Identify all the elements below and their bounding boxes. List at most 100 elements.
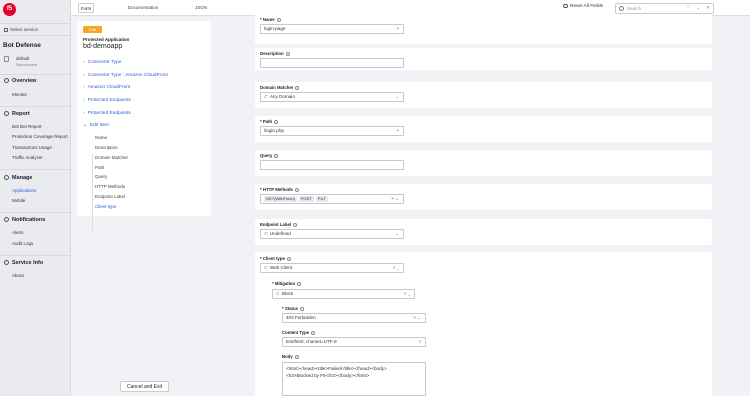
domain-matcher-card: Domain Matcher ⊂ Any Domain ⌄ — [255, 82, 712, 108]
help-icon — [297, 282, 302, 286]
search-chevron-icon: ⌕ ⌄ — [403, 291, 410, 296]
help-icon — [293, 223, 298, 227]
link-icon: ⊂ — [276, 291, 280, 296]
manage-icon — [4, 175, 9, 180]
close-icon[interactable]: ✕ — [706, 5, 710, 11]
subnav-client-type[interactable]: Client type — [95, 204, 116, 209]
subnav-domain-matcher[interactable]: Domain Matcher — [95, 155, 128, 160]
nav-item-transactions-usage[interactable]: Transactions Usage — [12, 145, 52, 150]
nav-item-alerts[interactable]: Alerts — [12, 230, 24, 235]
tree-connector-type[interactable]: › Connector Type — [83, 60, 121, 65]
chevron-right-icon: › — [83, 60, 85, 65]
subnav-endpoint-label[interactable]: Endpoint Label — [95, 194, 125, 199]
path-input[interactable]: /login.php × — [260, 126, 404, 136]
tree-connector-type-cloudfront[interactable]: › Connector Type : Amazon CloudFront — [83, 73, 168, 78]
tab-documentation[interactable]: Documentation — [120, 3, 166, 13]
nav-item-protection-coverage[interactable]: Protection Coverage Report — [12, 134, 68, 139]
protected-application-label: Protected Application — [83, 37, 130, 42]
help-icon — [276, 18, 281, 22]
endpoint-label-card: Endpoint Label ⊂ Undefined ⌄ — [255, 219, 712, 245]
method-chip[interactable]: POST — [298, 196, 314, 202]
nav-section-overview[interactable]: Overview — [4, 78, 36, 84]
cancel-and-exit-button[interactable]: Cancel and Exit — [120, 381, 169, 392]
chevron-right-icon: › — [83, 111, 85, 116]
client-type-card: * Client type ⊂ Web Client ⌕ ⌄ * Mitigatio… — [255, 252, 712, 396]
nav-item-mobile[interactable]: Mobile — [12, 198, 25, 203]
help-icon — [300, 307, 305, 311]
grid-icon — [4, 28, 8, 32]
method-chip[interactable]: GET(WithFetch) — [264, 196, 297, 202]
overview-icon — [4, 78, 9, 83]
namespace-selector[interactable]: default Namespace — [3, 54, 71, 70]
link-icon: ⊂ — [264, 231, 268, 236]
subnav-http-methods[interactable]: HTTP Methods — [95, 184, 125, 189]
chevron-right-icon: › — [83, 98, 85, 103]
link-icon: ⊂ — [264, 94, 268, 99]
content-type-input[interactable]: text/html; charset=UTF-8 × — [282, 337, 426, 347]
name-label: * Name — [260, 17, 281, 22]
body-textarea[interactable]: <html><head><title>Failed</title></head>… — [282, 362, 426, 396]
help-icon — [295, 86, 300, 90]
client-type-label: * Client type — [260, 256, 291, 261]
endpoint-label-select[interactable]: ⊂ Undefined ⌄ — [260, 229, 404, 239]
endpoint-label-label: Endpoint Label — [260, 222, 298, 227]
nav-section-manage[interactable]: Manage — [4, 175, 32, 181]
http-methods-select[interactable]: GET(WithFetch) POST PUT × ⌄ — [260, 194, 404, 204]
name-input[interactable]: login-page × — [260, 24, 404, 34]
select-service-button[interactable]: Select service — [0, 23, 71, 36]
tab-json[interactable]: JSON — [191, 3, 211, 13]
nav-section-service-info[interactable]: Service Info — [4, 260, 43, 266]
namespace-name: default — [16, 56, 30, 61]
form-content: * Name login-page × Description Domain Ma… — [255, 14, 712, 396]
nav-item-bot-report[interactable]: Bot Bot Report — [12, 124, 42, 129]
chevron-down-icon: ⌄ — [83, 123, 88, 128]
tree-protected-endpoints-2[interactable]: › Protected Endpoints — [83, 111, 131, 116]
nav-item-monitor[interactable]: Monitor — [12, 92, 27, 97]
content-type-label: Content Type — [282, 330, 316, 335]
status-select[interactable]: 403 Forbidden × ⌄ — [282, 313, 426, 323]
method-chip[interactable]: PUT — [315, 196, 328, 202]
tree-amazon-cloudfront[interactable]: › Amazon CloudFront — [83, 85, 130, 90]
tab-form[interactable]: Form — [78, 3, 94, 13]
query-label: Query — [260, 153, 279, 158]
subnav-description[interactable]: Description — [95, 145, 118, 150]
subnav-path[interactable]: Path — [95, 165, 104, 170]
path-card: * Path /login.php × — [255, 116, 712, 142]
description-input[interactable] — [260, 58, 404, 68]
help-icon — [286, 257, 291, 261]
nav-item-audit-logs[interactable]: Audit Logs — [12, 241, 33, 246]
f5-logo[interactable]: f5 — [3, 3, 16, 16]
nav-item-about[interactable]: About — [12, 273, 24, 278]
chevron-down-icon[interactable]: ⌄ — [696, 5, 700, 11]
help-icon — [294, 355, 299, 359]
chevron-up-icon[interactable]: ⌃ — [686, 5, 690, 11]
clear-icon: × — [396, 128, 399, 133]
reset-all-fields-button[interactable]: Reset All Fields — [563, 4, 603, 9]
sidebar: f5 Select service Bot Defense default Na… — [0, 0, 71, 396]
domain-matcher-select[interactable]: ⊂ Any Domain ⌄ — [260, 92, 404, 102]
query-input[interactable] — [260, 160, 404, 170]
subnav-query[interactable]: Query — [95, 174, 107, 179]
client-type-select[interactable]: ⊂ Web Client ⌕ ⌄ — [260, 263, 404, 273]
chevron-right-icon: › — [83, 73, 85, 78]
bell-icon — [4, 217, 9, 222]
mitigation-select[interactable]: ⊂ Block ⌕ ⌄ — [272, 289, 415, 299]
search-input[interactable]: Search ⌃ ⌄ ✕ — [615, 3, 714, 14]
nav-item-applications[interactable]: Applications — [12, 188, 36, 193]
link-icon: ⊂ — [264, 265, 268, 270]
tree-protected-endpoints[interactable]: › Protected Endpoints — [83, 98, 131, 103]
help-icon — [274, 154, 279, 158]
help-icon — [294, 188, 299, 192]
clear-chevron-icon: × ⌄ — [391, 196, 399, 201]
path-label: * Path — [260, 119, 279, 124]
navigation-panel: Edit Protected Application bd-demoapp › C… — [77, 21, 211, 231]
tree-edit-item[interactable]: ⌄ Edit Item — [83, 123, 109, 128]
subnav-name[interactable]: Name — [95, 135, 107, 140]
clear-icon: × — [396, 26, 399, 31]
nav-section-report[interactable]: Report — [4, 111, 30, 117]
description-label: Description — [260, 51, 290, 56]
search-icon — [619, 6, 624, 11]
http-methods-label: * HTTP Methods — [260, 187, 299, 192]
nav-section-notifications[interactable]: Notifications — [4, 217, 45, 223]
nav-item-traffic-analyzer[interactable]: Traffic Analyzer — [12, 155, 43, 160]
